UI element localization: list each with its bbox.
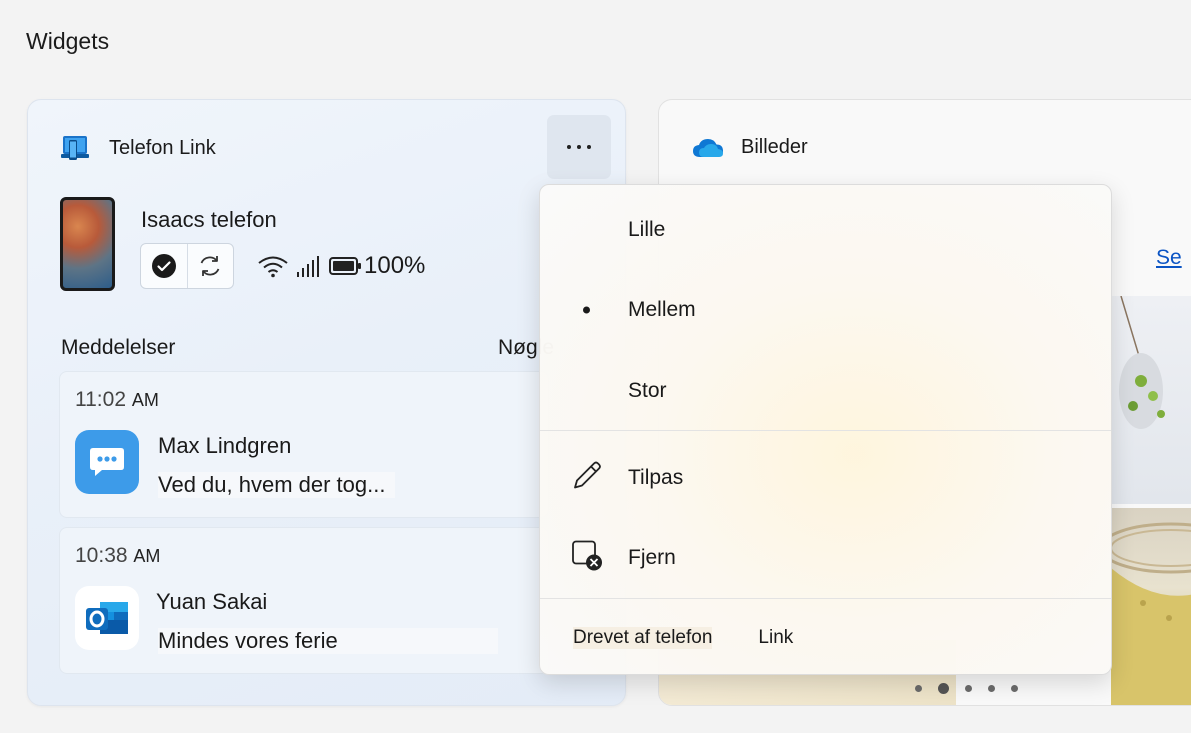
notification-body: Mindes vores ferie <box>158 628 498 654</box>
battery-percentage: 100% <box>364 252 426 279</box>
powered-by-link[interactable]: Link <box>758 627 793 649</box>
powered-by-text: Drevet af telefon <box>573 627 713 649</box>
notifications-label: Meddelelser <box>61 336 176 359</box>
battery-icon <box>329 257 361 275</box>
sync-button[interactable] <box>186 244 234 288</box>
menu-item-label: Stor <box>628 379 667 402</box>
onedrive-cloud-icon <box>693 138 723 157</box>
phone-action-group <box>140 243 234 289</box>
phone-wallpaper-thumbnail <box>60 197 115 291</box>
phone-link-header: Telefon Link <box>60 133 216 163</box>
selected-bullet-icon <box>583 306 590 314</box>
menu-item-size-large[interactable]: Stor <box>540 355 1111 427</box>
phone-status-row: 100% <box>256 252 425 280</box>
menu-item-size-medium[interactable]: Mellem <box>540 274 1111 346</box>
outlook-icon <box>75 586 139 650</box>
phone-link-app-icon <box>60 133 90 163</box>
menu-separator <box>540 598 1111 599</box>
remove-widget-icon <box>570 539 604 578</box>
check-circle-icon <box>151 254 176 278</box>
pager-dot[interactable] <box>915 685 922 692</box>
photo-thumbnail[interactable] <box>1111 295 1191 504</box>
sync-icon <box>200 256 220 276</box>
pager-dot-active[interactable] <box>938 683 949 694</box>
pager-dot[interactable] <box>1011 685 1018 692</box>
cellular-signal-icon <box>297 256 319 277</box>
notification-card[interactable]: 10:38 AM Yuan Sakai Mindes vores ferie <box>59 527 549 674</box>
photo-thumbnail[interactable] <box>1099 508 1191 705</box>
menu-item-label: Tilpas <box>628 466 684 489</box>
notification-sender: Yuan Sakai <box>156 589 268 614</box>
more-options-button[interactable] <box>547 115 611 179</box>
widget-context-menu: Lille Mellem Stor Tilpas Fjern Drevet af… <box>539 184 1112 675</box>
pager-dot[interactable] <box>988 685 995 692</box>
phone-link-widget: Telefon Link Isaacs telefon 100% Meddele… <box>27 99 626 706</box>
notification-time: 10:38 AM <box>75 544 161 567</box>
pencil-icon <box>570 459 604 498</box>
messages-icon <box>75 430 139 494</box>
pager-dot[interactable] <box>965 685 972 692</box>
menu-item-label: Mellem <box>628 298 696 321</box>
menu-item-customize[interactable]: Tilpas <box>540 442 1111 514</box>
notification-sender: Max Lindgren <box>158 433 292 458</box>
see-all-link[interactable]: Se <box>1156 246 1182 270</box>
menu-separator <box>540 430 1111 431</box>
photos-header: Billeder <box>691 136 808 159</box>
menu-item-size-small[interactable]: Lille <box>540 194 1111 266</box>
photos-pager <box>907 683 1026 694</box>
notification-body: Ved du, hvem der tog... <box>158 472 396 498</box>
more-horizontal-icon <box>567 145 571 149</box>
notification-time: 11:02 AM <box>75 388 159 411</box>
menu-item-label: Fjern <box>628 546 676 569</box>
device-name: Isaacs telefon <box>141 207 277 232</box>
photos-title: Billeder <box>741 136 808 158</box>
notification-card[interactable]: 11:02 AM Max Lindgren Ved du, hvem der t… <box>59 371 549 518</box>
page-title: Widgets <box>26 28 110 54</box>
menu-footer: Drevet af telefon Link <box>573 627 793 649</box>
menu-item-remove[interactable]: Fjern <box>540 522 1111 594</box>
widget-title: Telefon Link <box>109 136 216 159</box>
connected-check-button[interactable] <box>141 244 187 288</box>
wifi-icon <box>258 256 288 278</box>
menu-item-label: Lille <box>628 218 666 241</box>
